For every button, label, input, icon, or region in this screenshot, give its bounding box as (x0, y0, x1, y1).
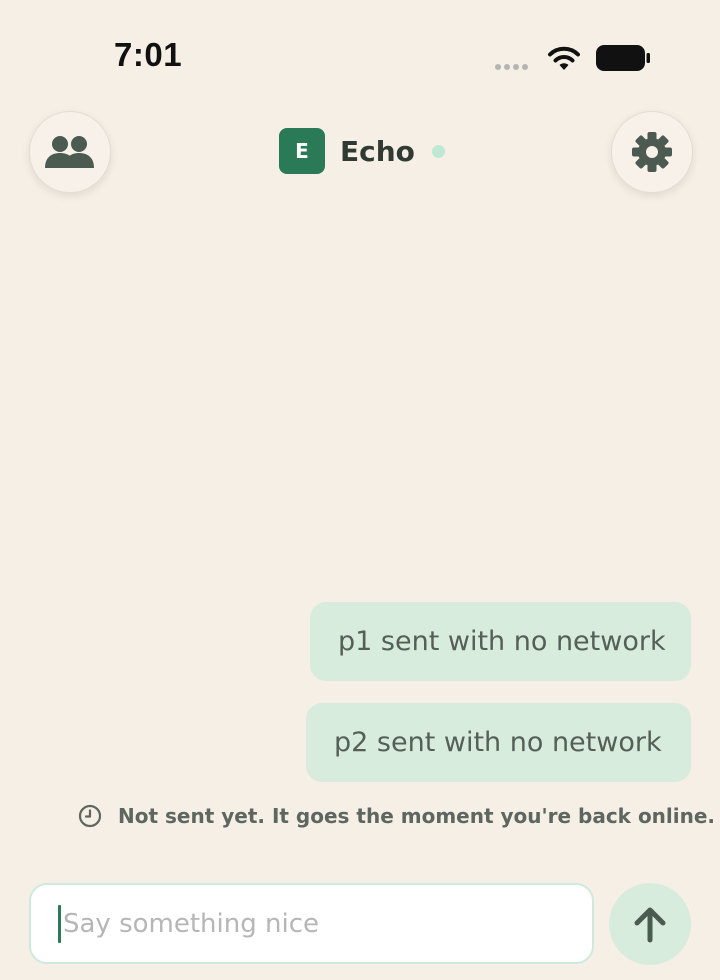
chat-name: Echo (340, 134, 415, 168)
arrow-up-icon (634, 907, 666, 943)
wifi-icon (548, 46, 580, 70)
send-button[interactable] (609, 883, 691, 965)
composer (29, 883, 594, 964)
online-status-dot (431, 144, 445, 158)
contacts-button[interactable] (29, 111, 111, 193)
pending-notice: Not sent yet. It goes the moment you're … (78, 804, 715, 828)
message-bubble[interactable]: p1 sent with no network (310, 602, 691, 681)
chat-header-title: E Echo (279, 128, 445, 174)
people-icon (45, 136, 94, 168)
gear-icon (632, 132, 672, 172)
status-time: 7:01 (114, 36, 183, 73)
chat-screen: 7:01 E Echo p1 sent with no network p2 s… (0, 0, 720, 980)
pending-notice-text: Not sent yet. It goes the moment you're … (118, 804, 716, 828)
message-input[interactable] (61, 893, 561, 954)
clock-icon (78, 804, 102, 828)
chat-avatar: E (279, 128, 325, 174)
message-bubble[interactable]: p2 sent with no network (306, 703, 691, 782)
settings-button[interactable] (611, 111, 693, 193)
battery-icon (596, 45, 650, 71)
signal-dots-icon (495, 64, 528, 70)
